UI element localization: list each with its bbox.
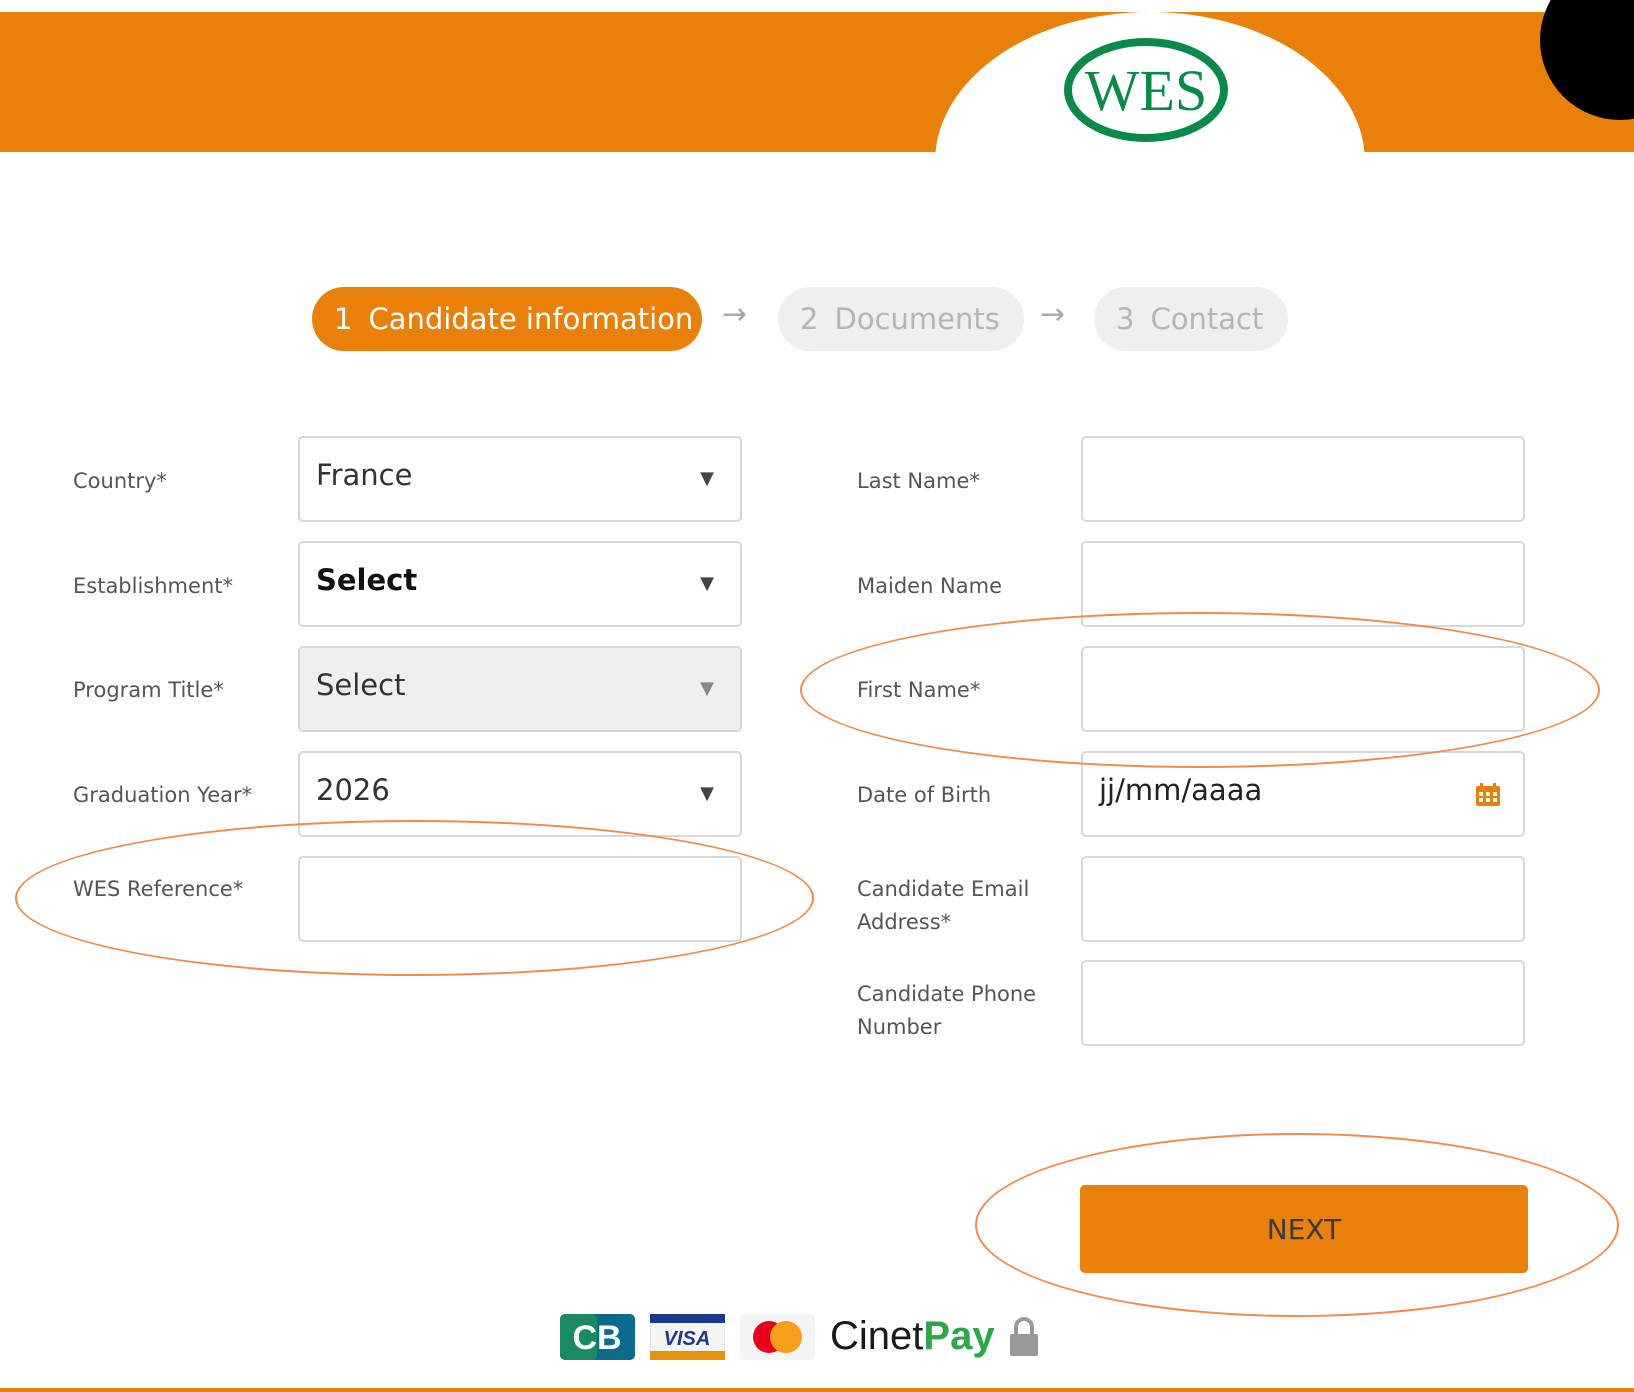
program-title-label: Program Title* [73, 678, 224, 702]
email-label: Candidate Email Address* [857, 873, 1029, 939]
first-name-input[interactable] [1081, 646, 1525, 732]
cb-text: CB [572, 1319, 621, 1357]
country-select[interactable]: France ▼ [298, 436, 742, 522]
step-number: 3 [1116, 302, 1135, 336]
last-name-label: Last Name* [857, 469, 980, 493]
program-title-select[interactable]: Select ▼ [298, 646, 742, 732]
first-name-label: First Name* [857, 678, 981, 702]
cinetpay-text-b: Pay [923, 1314, 995, 1358]
bottom-accent-line [0, 1388, 1634, 1392]
country-value: France [316, 458, 413, 492]
date-of-birth-placeholder: jj/mm/aaaa [1099, 773, 1263, 807]
next-button-label: NEXT [1266, 1212, 1342, 1246]
email-label-line1: Candidate Email [857, 877, 1030, 901]
step-label: Contact [1150, 302, 1264, 336]
program-title-value: Select [316, 668, 406, 702]
phone-label: Candidate Phone Number [857, 978, 1036, 1044]
cinetpay-text-a: Cinet [830, 1314, 924, 1358]
establishment-label: Establishment* [73, 574, 233, 598]
establishment-value: Select [316, 563, 418, 597]
caret-down-icon: ▼ [700, 573, 714, 594]
phone-label-line1: Candidate Phone [857, 982, 1037, 1006]
cinetpay-logo: CinetPay [830, 1314, 995, 1359]
maiden-name-input[interactable] [1081, 541, 1525, 627]
graduation-year-select[interactable]: 2026 ▼ [298, 751, 742, 837]
step-contact[interactable]: 3 Contact [1094, 287, 1288, 351]
step-label: Candidate information [368, 302, 694, 336]
lock-icon [1010, 1317, 1038, 1356]
step-documents[interactable]: 2 Documents [778, 287, 1024, 351]
visa-card-icon: VISA [650, 1314, 725, 1360]
step-label: Documents [834, 302, 1000, 336]
phone-input[interactable] [1081, 960, 1525, 1046]
wes-reference-label: WES Reference* [73, 877, 244, 901]
cb-card-icon: CB [560, 1314, 635, 1360]
graduation-year-value: 2026 [316, 773, 390, 807]
wes-logo: WES [1064, 38, 1228, 142]
logo-text: WES [1085, 58, 1207, 123]
visa-text: VISA [664, 1328, 711, 1350]
calendar-icon[interactable] [1475, 783, 1501, 807]
step-candidate-information[interactable]: 1 Candidate information [312, 287, 702, 351]
step-arrow-icon: → [1040, 297, 1066, 332]
header-band [0, 12, 1634, 152]
wes-reference-input[interactable] [298, 856, 742, 942]
caret-down-icon: ▼ [700, 783, 714, 804]
phone-label-line2: Number [857, 1015, 942, 1039]
mastercard-icon [740, 1314, 815, 1360]
caret-down-icon: ▼ [700, 678, 714, 699]
establishment-select[interactable]: Select ▼ [298, 541, 742, 627]
date-of-birth-input[interactable]: jj/mm/aaaa [1081, 751, 1525, 837]
step-number: 2 [800, 302, 819, 336]
step-arrow-icon: → [722, 297, 748, 332]
maiden-name-label: Maiden Name [857, 574, 1003, 598]
caret-down-icon: ▼ [700, 468, 714, 489]
last-name-input[interactable] [1081, 436, 1525, 522]
email-input[interactable] [1081, 856, 1525, 942]
next-button[interactable]: NEXT [1080, 1185, 1528, 1273]
email-label-line2: Address* [857, 910, 952, 934]
graduation-year-label: Graduation Year* [73, 783, 253, 807]
country-label: Country* [73, 469, 167, 493]
step-number: 1 [334, 302, 353, 336]
date-of-birth-label: Date of Birth [857, 783, 992, 807]
